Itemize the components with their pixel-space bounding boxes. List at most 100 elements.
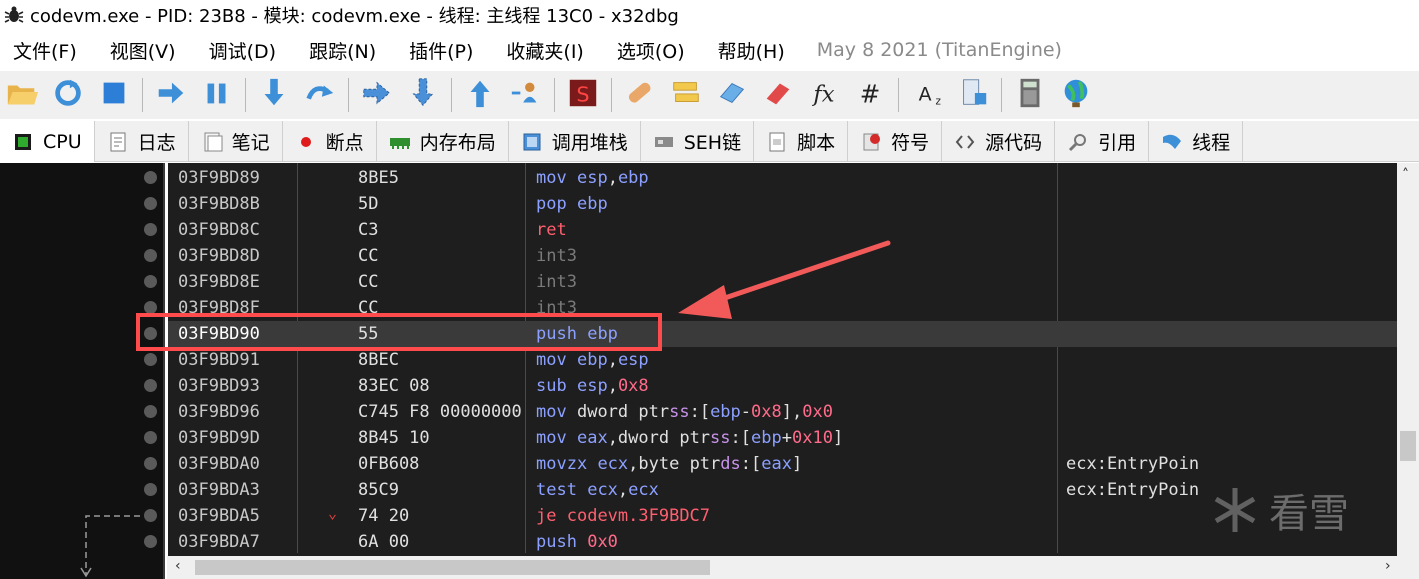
breakpoint-toggle[interactable] bbox=[144, 171, 157, 184]
instruction-address: 03F9BD8D bbox=[178, 246, 260, 266]
tab-source[interactable]: 源代码 bbox=[942, 121, 1056, 162]
instruction-mnemonic: test bbox=[536, 480, 577, 500]
execute-till-return-button[interactable] bbox=[462, 77, 498, 113]
trace-over-icon bbox=[406, 76, 440, 114]
menu-item[interactable]: 调试(D) bbox=[209, 37, 276, 64]
breakpoint-toggle[interactable] bbox=[144, 457, 157, 470]
step-over-icon bbox=[303, 76, 337, 114]
breakpoint-toggle[interactable] bbox=[144, 509, 157, 522]
tab-script[interactable]: 脚本 bbox=[754, 121, 849, 162]
breakpoint-toggle[interactable] bbox=[144, 379, 157, 392]
trace-over-button[interactable] bbox=[405, 77, 441, 113]
run-button[interactable] bbox=[153, 77, 189, 113]
snowflake-icon bbox=[1214, 488, 1256, 532]
tab-symbols[interactable]: 符号 bbox=[848, 121, 943, 162]
instruction-bytes: CC bbox=[358, 246, 379, 266]
run-to-user-code-button[interactable] bbox=[508, 77, 544, 113]
instruction-text: push 0x0 bbox=[536, 529, 618, 555]
annotation-arrow bbox=[678, 240, 891, 319]
patch-button[interactable] bbox=[622, 77, 658, 113]
instruction-mnemonic: movzx bbox=[536, 454, 588, 474]
breakpoint-toggle[interactable] bbox=[144, 535, 157, 548]
breakpoint-toggle[interactable] bbox=[144, 197, 157, 210]
instruction-operand: + bbox=[781, 428, 792, 448]
instruction-text: je codevm.3F9BDC7 bbox=[536, 503, 710, 529]
instruction-operand: 0x8 bbox=[617, 376, 649, 396]
trace-into-button[interactable] bbox=[359, 77, 395, 113]
scroll-right-icon[interactable]: › bbox=[1385, 558, 1391, 574]
instruction-row[interactable]: 03F9BD9D 8B45 10 mov eax,dword ptrss:[ebp+… bbox=[168, 425, 1398, 451]
strings-button[interactable]: Az bbox=[909, 77, 945, 113]
toolbar-separator bbox=[1001, 78, 1002, 112]
vertical-scrollbar[interactable]: ˄ bbox=[1397, 163, 1419, 556]
tab-log[interactable]: 日志 bbox=[95, 121, 189, 162]
svg-text:fx: fx bbox=[811, 82, 834, 108]
menu-item[interactable]: 文件(F) bbox=[13, 37, 77, 64]
tab-notes[interactable]: 笔记 bbox=[189, 121, 283, 162]
tab-call-stack[interactable]: 调用堆栈 bbox=[509, 121, 641, 162]
breakpoint-toggle[interactable] bbox=[144, 249, 157, 262]
comments-button[interactable] bbox=[668, 77, 704, 113]
breakpoint-toggle[interactable] bbox=[144, 223, 157, 236]
breakpoint-toggle[interactable] bbox=[144, 353, 157, 366]
instruction-row[interactable]: 03F9BD8B 5D pop ebp bbox=[168, 191, 1398, 217]
horizontal-scrollbar[interactable]: ‹ › bbox=[167, 556, 1419, 579]
restart-button[interactable] bbox=[50, 77, 86, 113]
functions-button[interactable]: fx bbox=[806, 77, 842, 113]
menu-item[interactable]: 选项(O) bbox=[617, 37, 685, 64]
calculator-button[interactable] bbox=[1012, 77, 1048, 113]
horizontal-scroll-thumb[interactable] bbox=[195, 560, 710, 575]
breakpoint-toggle[interactable] bbox=[144, 405, 157, 418]
menu-item[interactable]: 插件(P) bbox=[409, 37, 473, 64]
menu-item[interactable]: 跟踪(N) bbox=[309, 37, 376, 64]
globe-button[interactable] bbox=[1058, 77, 1094, 113]
tab-label: 日志 bbox=[137, 132, 176, 154]
open-folder-button[interactable] bbox=[4, 77, 40, 113]
instruction-operand: - bbox=[740, 402, 752, 422]
tab-threads[interactable]: 线程 bbox=[1149, 121, 1244, 162]
pause-button[interactable] bbox=[199, 77, 235, 113]
step-over-button[interactable] bbox=[302, 77, 338, 113]
menu-item[interactable]: 帮助(H) bbox=[718, 37, 785, 64]
instruction-operand: ] bbox=[832, 428, 844, 448]
breakpoint-toggle[interactable] bbox=[144, 431, 157, 444]
tab-breakpoint[interactable]: 断点 bbox=[283, 121, 377, 162]
tab-cpu[interactable]: CPU bbox=[0, 121, 95, 162]
tab-label: 脚本 bbox=[797, 132, 836, 154]
modules-button[interactable] bbox=[955, 77, 991, 113]
instruction-operand: , bbox=[617, 480, 629, 500]
instruction-address: 03F9BDA7 bbox=[178, 532, 260, 552]
disassembly-view[interactable]: 03F9BD89 8BE5 mov esp,ebp 03F9BD8B 5D pop ebp… bbox=[167, 163, 1419, 579]
tab-seh[interactable]: SEH链 bbox=[641, 121, 755, 162]
tab-references[interactable]: 引用 bbox=[1055, 121, 1150, 162]
labels-button[interactable] bbox=[714, 77, 750, 113]
instruction-row[interactable]: 03F9BDA0 0FB608 movzx ecx,byte ptrds:[eax]… bbox=[168, 451, 1398, 477]
menu-item[interactable]: 收藏夹(I) bbox=[506, 37, 583, 64]
instruction-operand: :[ bbox=[740, 454, 762, 474]
instruction-operand: ecx bbox=[597, 454, 629, 474]
bookmarks-button[interactable] bbox=[760, 77, 796, 113]
breakpoint-toggle[interactable] bbox=[144, 483, 157, 496]
variables-button[interactable]: # bbox=[852, 77, 888, 113]
breakpoint-toggle[interactable] bbox=[144, 275, 157, 288]
scroll-left-icon[interactable]: ‹ bbox=[175, 558, 181, 574]
instruction-row[interactable]: 03F9BD96 C745 F8 00000000 mov dword ptrss:… bbox=[168, 399, 1398, 425]
disassembly-gutter[interactable] bbox=[0, 163, 165, 579]
step-into-button[interactable] bbox=[256, 77, 292, 113]
scroll-up-icon[interactable]: ˄ bbox=[1402, 167, 1409, 183]
instruction-row[interactable]: 03F9BD93 83EC 08 sub esp,0x8 bbox=[168, 373, 1398, 399]
tab-label: 引用 bbox=[1098, 132, 1137, 154]
instruction-row[interactable]: 03F9BD89 8BE5 mov esp,ebp bbox=[168, 165, 1398, 191]
vertical-scroll-thumb[interactable] bbox=[1400, 431, 1416, 461]
instruction-mnemonic: mov bbox=[536, 402, 567, 422]
scylla-icon: S bbox=[566, 76, 600, 114]
tab-label: CPU bbox=[43, 130, 82, 153]
stop-button[interactable] bbox=[96, 77, 132, 113]
instruction-mnemonic: pop bbox=[536, 194, 567, 214]
instruction-operand: esp bbox=[576, 168, 608, 188]
scylla-button[interactable]: S bbox=[565, 77, 601, 113]
menu-item[interactable]: 视图(V) bbox=[110, 37, 176, 64]
instruction-bytes: 8B45 10 bbox=[358, 428, 430, 448]
tab-memory-map[interactable]: 内存布局 bbox=[377, 121, 509, 162]
run-to-user-code-icon bbox=[509, 76, 543, 114]
